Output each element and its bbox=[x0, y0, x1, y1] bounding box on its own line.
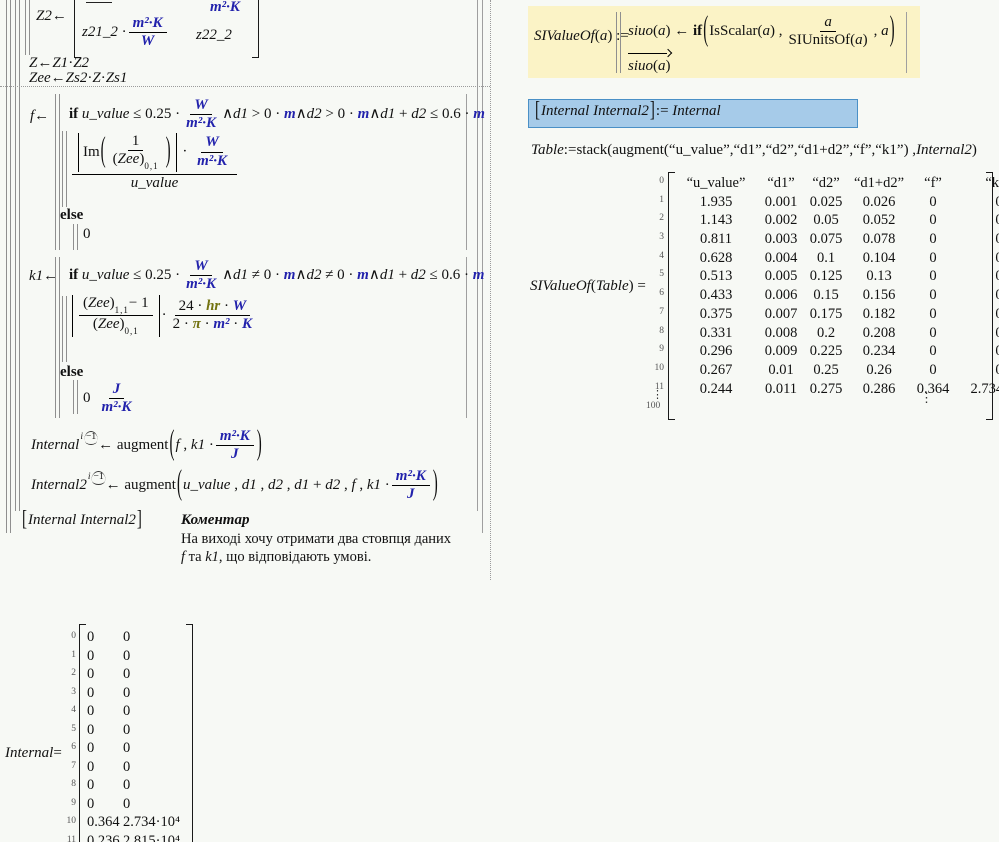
column-operator: i−1 bbox=[88, 471, 106, 483]
column-ellipsis: ⋮ bbox=[920, 390, 933, 406]
program-bar-inner bbox=[15, 0, 20, 511]
z2-matrix-bracket-left bbox=[74, 0, 81, 58]
siuo-vectorize-line: siuo(a) bbox=[628, 58, 671, 75]
zee-assignment[interactable]: Zee ← Zs2 · Z · Zs1 bbox=[29, 70, 127, 87]
page-guide-vertical bbox=[490, 0, 491, 580]
f-else-value[interactable]: 0 bbox=[83, 226, 91, 243]
z2-matrix-bracket-right bbox=[252, 0, 259, 58]
comment-line: На виході хочу отримати два стовпця дани… bbox=[181, 531, 451, 548]
abs-operator: Im(1(Zee)0,1) bbox=[78, 133, 177, 172]
z2-element-22: z22_2 bbox=[196, 27, 232, 44]
k1-if-condition[interactable]: if u_value ≤ 0.25 · W m²·K ∧d1 ≠ 0 · m∧d… bbox=[69, 258, 484, 294]
f-assignment-head[interactable]: f ← bbox=[30, 108, 49, 125]
z2-assignment[interactable]: Z2 ← bbox=[36, 8, 67, 25]
table-result-label: SIValueOf(Table) = bbox=[530, 278, 646, 295]
z2-element-12-unit: m²·K bbox=[210, 0, 240, 16]
vectorize-arrow: siuo(a) bbox=[628, 58, 671, 75]
internal-assignment-expression: [Internal Internal2] := Internal bbox=[534, 103, 721, 120]
comment-line: f та k1, що відповідають умові. bbox=[181, 549, 371, 566]
k1-assignment-head[interactable]: k1 ← bbox=[29, 268, 58, 285]
k1-else-value[interactable]: 0 Jm²·K bbox=[83, 381, 137, 417]
program-bar-sub bbox=[25, 0, 30, 55]
program-bar-inner-right bbox=[477, 0, 478, 511]
internal-assignment-selected-region[interactable]: [Internal Internal2] := Internal bbox=[528, 99, 858, 128]
table-definition[interactable]: Table := stack(augment(“u_value” , “d1” … bbox=[531, 142, 977, 159]
clipped-fraction-bar bbox=[86, 2, 112, 3]
f-if-condition[interactable]: if u_value ≤ 0.25 · W m²·K ∧d1 > 0 · m∧d… bbox=[69, 97, 485, 133]
matrix-bracket-left bbox=[79, 624, 86, 842]
row-ellipsis: ⋮ bbox=[652, 388, 663, 401]
k1-if-body-expression[interactable]: (Zee)1,1− 1 (Zee)0,1 · 24 · hr · W 2 · π… bbox=[70, 295, 258, 337]
w-per-m2k-fraction: W m²·K bbox=[182, 258, 220, 294]
abs-operator: (Zee)1,1− 1 (Zee)0,1 bbox=[72, 295, 160, 337]
z2-element-21: z21_2 · m²·K W bbox=[82, 15, 169, 51]
program-bar-outer bbox=[6, 0, 11, 533]
comment-title: Коментар bbox=[181, 512, 249, 529]
matrix-row-indices: 01234567891011 bbox=[52, 631, 76, 842]
f-else-keyword[interactable]: else bbox=[60, 207, 83, 224]
f-if-body-bar bbox=[62, 131, 67, 207]
mathcad-worksheet: Z2 ← m²·K z21_2 · m²·K W z22_2 Z ← Z1 · … bbox=[0, 0, 999, 842]
matrix-values: 000000000000000000000.3642.734·10⁴0.2362… bbox=[87, 629, 193, 842]
k1-else-keyword[interactable]: else bbox=[60, 364, 83, 381]
last-row-index: 100 bbox=[646, 401, 660, 411]
k1-else-body-bar bbox=[73, 380, 78, 414]
program-bar-right bbox=[906, 12, 907, 73]
sivalueof-function-region[interactable]: SIValueOf(a) := siuo(a) ← if ( IsScalar(… bbox=[528, 6, 920, 78]
internal2-augment-line[interactable]: Internal2i−1 ← augment ( u_value , d1 , … bbox=[31, 468, 439, 504]
k1-if-body-bar bbox=[62, 296, 67, 362]
f-if-body-expression[interactable]: Im(1(Zee)0,1) · Wm²·K u_value bbox=[70, 133, 239, 192]
sivalueof-head: SIValueOf(a) := bbox=[534, 28, 629, 45]
siuo-if-line: siuo(a) ← if ( IsScalar(a) , aSIUnitsOf(… bbox=[628, 14, 896, 50]
program-bar bbox=[616, 12, 621, 73]
w-per-m2k-fraction: W m²·K bbox=[182, 97, 220, 133]
f-program-bar bbox=[55, 94, 60, 250]
column-operator: i−1 bbox=[80, 431, 98, 443]
matrix-row-indices: 01234567891011 bbox=[638, 176, 664, 400]
matrix-values: “u_value”“d1”“d2”“d1+d2”“f”“k1”1.9350.00… bbox=[674, 175, 999, 399]
program-return-line[interactable]: [Internal Internal2] bbox=[21, 512, 143, 529]
k1-program-bar bbox=[55, 257, 60, 418]
f-else-body-bar bbox=[73, 224, 78, 250]
internal-augment-line[interactable]: Internali−1 ← augment ( f , k1 · m²·KJ ) bbox=[31, 428, 263, 464]
z2-element-21-fraction: m²·K W bbox=[129, 15, 167, 51]
